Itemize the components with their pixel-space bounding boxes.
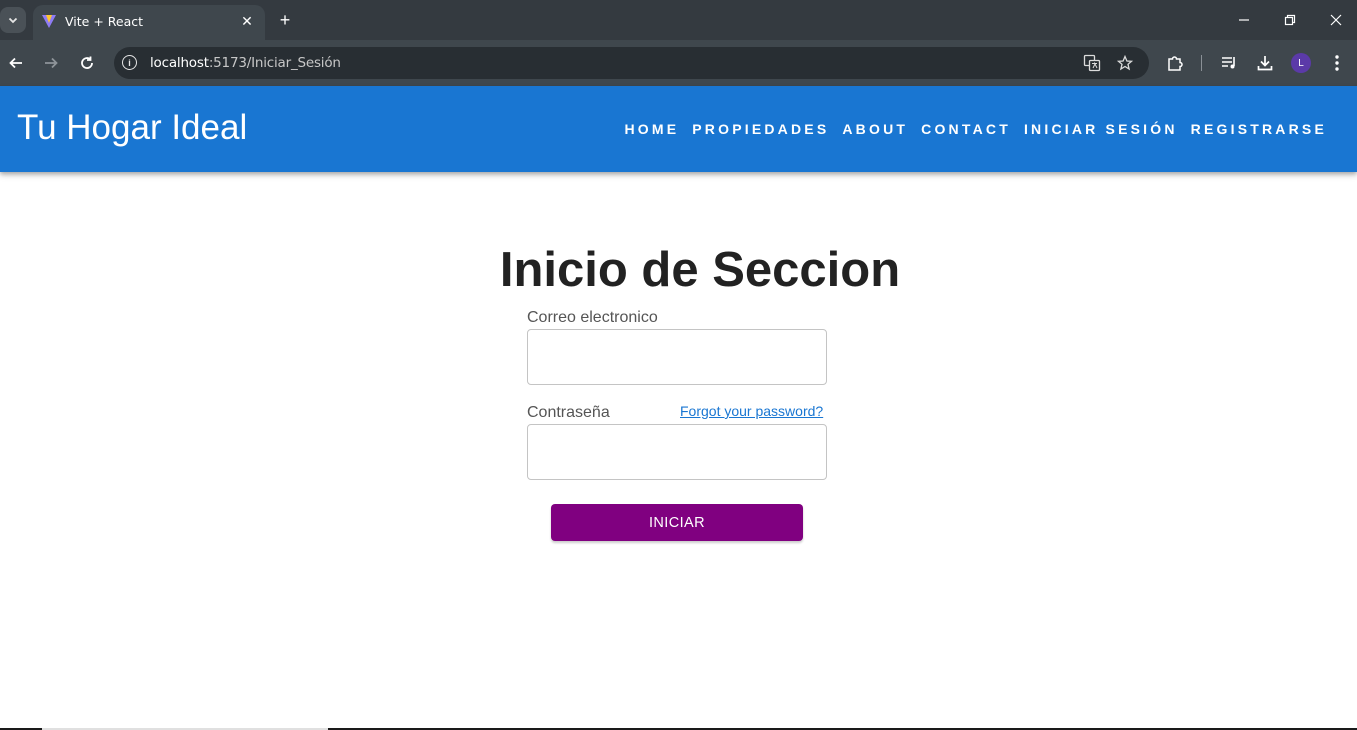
back-arrow-icon[interactable] [6, 53, 26, 73]
tab-search-chevron-icon[interactable] [0, 7, 26, 33]
main-nav: HOME PROPIEDADES ABOUT CONTACT INICIAR S… [611, 121, 1327, 137]
tab-close-icon[interactable]: ✕ [239, 13, 255, 29]
profile-avatar[interactable]: L [1291, 53, 1311, 73]
address-bar[interactable]: i localhost:5173/Iniciar_Sesión [114, 47, 1149, 79]
tab-title: Vite + React [65, 14, 144, 29]
minimize-icon[interactable] [1234, 10, 1254, 30]
extensions-puzzle-icon[interactable] [1165, 53, 1185, 73]
site-brand[interactable]: Tu Hogar Ideal [17, 108, 247, 148]
site-info-icon[interactable]: i [122, 55, 137, 70]
iniciar-button[interactable]: INICIAR [551, 504, 803, 541]
reload-icon[interactable] [77, 53, 97, 73]
app-header: Tu Hogar Ideal HOME PROPIEDADES ABOUT CO… [0, 86, 1357, 172]
restore-icon[interactable] [1280, 10, 1300, 30]
nav-home[interactable]: HOME [624, 121, 679, 137]
close-window-icon[interactable] [1326, 10, 1346, 30]
bookmark-star-icon[interactable] [1115, 53, 1135, 73]
toolbar-separator [1201, 55, 1202, 71]
download-icon[interactable] [1255, 53, 1275, 73]
page-title: Inicio de Seccion [499, 243, 901, 297]
nav-propiedades[interactable]: PROPIEDADES [692, 121, 829, 137]
media-queue-icon[interactable] [1219, 53, 1239, 73]
nav-contact[interactable]: CONTACT [921, 121, 1011, 137]
new-tab-plus-icon[interactable]: + [275, 10, 295, 30]
email-field[interactable] [527, 329, 827, 385]
browser-toolbar: i localhost:5173/Iniciar_Sesión L [0, 40, 1357, 86]
forward-arrow-icon[interactable] [41, 53, 61, 73]
browser-menu-icon[interactable] [1327, 53, 1347, 73]
email-label: Correo electronico [527, 309, 658, 326]
vite-logo-icon [41, 13, 57, 29]
browser-tabstrip: Vite + React ✕ + [0, 0, 1357, 40]
url-text: localhost:5173/Iniciar_Sesión [150, 55, 341, 71]
nav-iniciar-sesion[interactable]: INICIAR SESIÓN [1024, 121, 1178, 137]
nav-registrarse[interactable]: REGISTRARSE [1191, 121, 1327, 137]
password-field[interactable] [527, 424, 827, 480]
forgot-password-link[interactable]: Forgot your password? [680, 403, 823, 419]
password-label: Contraseña [527, 404, 610, 421]
browser-tab-active[interactable]: Vite + React ✕ [33, 5, 265, 40]
translate-icon[interactable] [1082, 53, 1102, 73]
nav-about[interactable]: ABOUT [842, 121, 908, 137]
